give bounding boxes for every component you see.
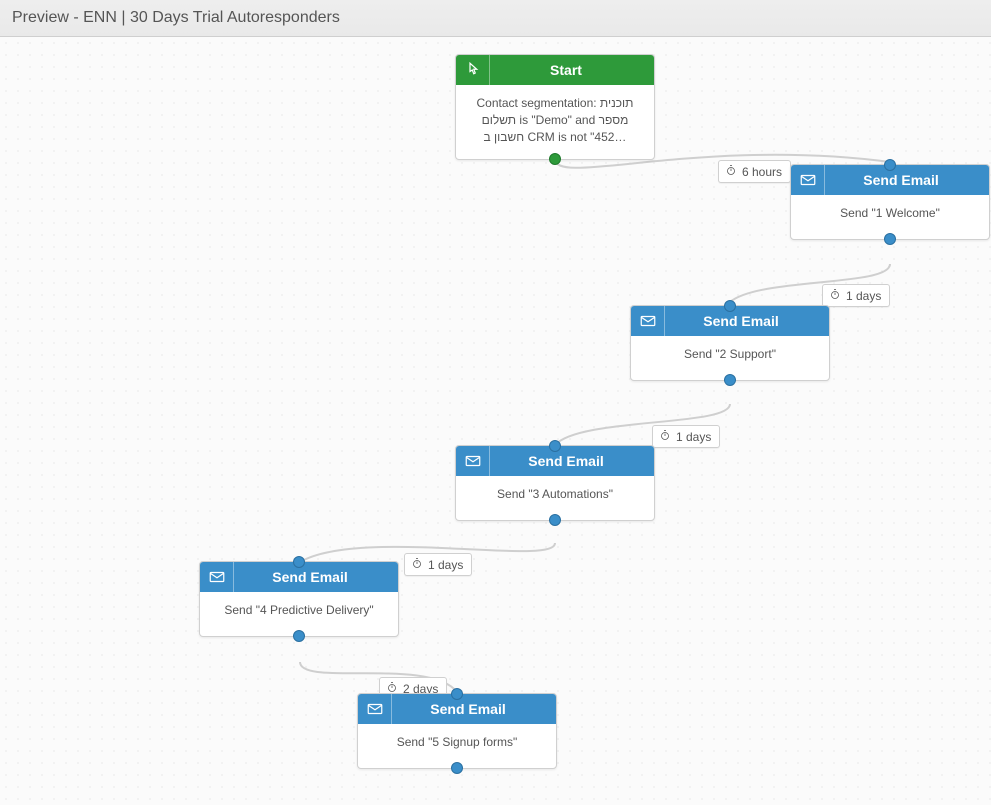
email-node-1[interactable]: Send Email Send "1 Welcome" — [790, 164, 990, 240]
port-in[interactable] — [724, 300, 736, 312]
email-node-title-text: Send Email — [490, 453, 654, 469]
stopwatch-icon — [411, 557, 423, 572]
email-node-title-text: Send Email — [825, 172, 989, 188]
mail-icon — [358, 694, 392, 724]
preview-header: Preview - ENN | 30 Days Trial Autorespon… — [0, 0, 991, 37]
delay-badge-2[interactable]: 1 days — [822, 284, 890, 307]
email-node-title-text: Send Email — [665, 313, 829, 329]
email-node-2[interactable]: Send Email Send "2 Support" — [630, 305, 830, 381]
port-out[interactable] — [451, 762, 463, 774]
mail-icon — [631, 306, 665, 336]
port-out[interactable] — [884, 233, 896, 245]
port-in[interactable] — [884, 159, 896, 171]
delay-badge-3[interactable]: 1 days — [652, 425, 720, 448]
stopwatch-icon — [659, 429, 671, 444]
delay-text: 6 hours — [742, 165, 782, 179]
delay-text: 1 days — [846, 289, 881, 303]
port-out[interactable] — [549, 153, 561, 165]
start-node-body: Contact segmentation: תוכנית תשלום is "D… — [456, 85, 654, 159]
email-node-title-text: Send Email — [234, 569, 398, 585]
delay-text: 1 days — [428, 558, 463, 572]
port-out[interactable] — [293, 630, 305, 642]
delay-badge-4[interactable]: 1 days — [404, 553, 472, 576]
port-in[interactable] — [451, 688, 463, 700]
port-out[interactable] — [549, 514, 561, 526]
email-node-title-text: Send Email — [392, 701, 556, 717]
pointer-icon — [456, 55, 490, 85]
email-node-5[interactable]: Send Email Send "5 Signup forms" — [357, 693, 557, 769]
start-node-title: Start — [456, 55, 654, 85]
port-out[interactable] — [724, 374, 736, 386]
mail-icon — [200, 562, 234, 592]
port-in[interactable] — [293, 556, 305, 568]
start-node-title-text: Start — [490, 62, 654, 78]
email-node-4[interactable]: Send Email Send "4 Predictive Delivery" — [199, 561, 399, 637]
stopwatch-icon — [829, 288, 841, 303]
stopwatch-icon — [725, 164, 737, 179]
workflow-canvas[interactable]: Start Contact segmentation: תוכנית תשלום… — [0, 37, 991, 805]
port-in[interactable] — [549, 440, 561, 452]
email-node-3[interactable]: Send Email Send "3 Automations" — [455, 445, 655, 521]
start-node[interactable]: Start Contact segmentation: תוכנית תשלום… — [455, 54, 655, 160]
mail-icon — [791, 165, 825, 195]
mail-icon — [456, 446, 490, 476]
preview-title: Preview - ENN | 30 Days Trial Autorespon… — [12, 9, 340, 27]
delay-text: 1 days — [676, 430, 711, 444]
delay-badge-1[interactable]: 6 hours — [718, 160, 791, 183]
